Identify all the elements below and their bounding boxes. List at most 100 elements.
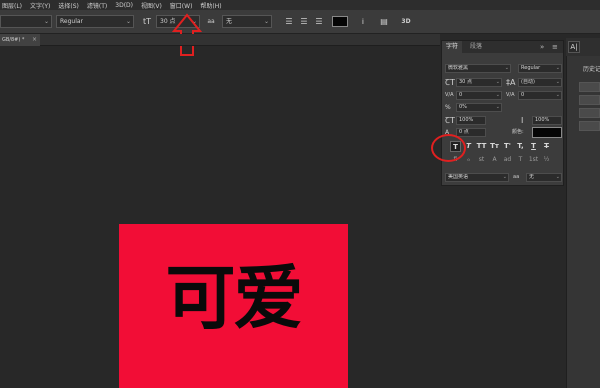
history-item[interactable] (579, 95, 600, 105)
chevron-down-icon: ⌄ (43, 18, 49, 25)
chevron-down-icon: ⌄ (495, 79, 500, 85)
font-size-icon: ꞆT (445, 78, 455, 87)
panel-vertical-scale-field[interactable]: 100% (456, 116, 486, 125)
align-right-icon[interactable]: ☰ (313, 15, 325, 28)
menu-view[interactable]: 视图(V) (139, 1, 168, 10)
chevron-down-icon: ⌄ (495, 104, 500, 110)
panel-font-size-field[interactable]: 30 点 ⌄ (456, 78, 502, 87)
underline-button[interactable]: T (528, 141, 539, 152)
history-item[interactable] (579, 108, 600, 118)
panel-color-swatch[interactable] (532, 127, 562, 138)
panel-kerning-value: 0 (459, 92, 463, 98)
swash-button[interactable]: A (489, 155, 500, 165)
right-dock-tabbar: A| (566, 38, 600, 56)
panel-baseline-shift-field[interactable]: 0 点 (456, 128, 486, 137)
font-size-icon: tT (142, 17, 152, 26)
subscript-button[interactable]: T, (515, 141, 526, 152)
chevron-down-icon: ⌄ (504, 65, 509, 71)
warp-text-icon[interactable]: Ꭵ (357, 15, 369, 28)
character-panel-icon[interactable]: A| (568, 41, 580, 53)
ordinals-button[interactable]: 1st (528, 155, 539, 165)
text-color-swatch[interactable] (332, 16, 348, 27)
character-panel-tabs: 字符 段落 » ≡ (442, 41, 563, 53)
panel-font-size-value: 30 点 (459, 79, 472, 85)
titling-alternates-button[interactable]: T (515, 155, 526, 165)
color-label: 颜色: (512, 129, 524, 135)
chevron-down-icon: ⌄ (263, 18, 269, 25)
chevron-down-icon: ⌄ (555, 79, 560, 85)
3d-button[interactable]: 3D (399, 15, 413, 28)
panel-font-family-value: 微软雅黑 (448, 65, 469, 71)
chevron-down-icon: ⌄ (555, 92, 560, 98)
small-caps-button[interactable]: Tт (489, 141, 500, 152)
menu-filter[interactable]: 滤镜(T) (85, 1, 113, 10)
stylistic-alternates-button[interactable]: ad (502, 155, 513, 165)
menu-type[interactable]: 文字(Y) (28, 1, 56, 10)
panel-tracking-value: 0 (521, 92, 525, 98)
language-dropdown[interactable]: 美国英语 ⌄ (445, 173, 509, 182)
superscript-button[interactable]: T' (502, 141, 513, 152)
menu-help[interactable]: 帮助(H) (198, 1, 227, 10)
panel-kerning-field[interactable]: 0 ⌄ (456, 91, 502, 100)
font-family-dropdown[interactable]: ⌄ (0, 15, 52, 28)
menu-layer[interactable]: 图层(L) (0, 1, 28, 10)
panel-tsume-field[interactable]: 0% ⌄ (456, 103, 502, 112)
panel-font-family-dropdown[interactable]: 微软雅黑 ⌄ (445, 64, 511, 73)
panel-anti-alias-dropdown[interactable]: 无 ⌄ (526, 173, 562, 182)
toggle-panels-icon[interactable]: ▤ (378, 15, 390, 28)
character-panel: 字符 段落 » ≡ 微软雅黑 ⌄ Regular ⌄ ꞆT 30 点 ⌄ ‡A (自动… (441, 40, 564, 186)
tab-character[interactable]: 字符 (442, 41, 463, 53)
panel-menu-icon[interactable]: ≡ (552, 41, 558, 53)
history-item[interactable] (579, 121, 600, 131)
annotation-circle (431, 134, 466, 162)
collapse-icon[interactable]: » (540, 41, 544, 53)
kerning-label: V/A (445, 92, 454, 98)
canvas-text-layer[interactable]: 可爱 (119, 258, 348, 338)
history-panel-label[interactable]: 历史记 (583, 64, 600, 73)
chevron-down-icon: ⌄ (555, 174, 560, 180)
vertical-scale-icon: ꞆT (445, 116, 455, 125)
anti-alias-icon: aa (207, 18, 215, 25)
history-item[interactable] (579, 82, 600, 92)
panel-leading-field[interactable]: (自动) ⌄ (518, 78, 562, 87)
document-tab[interactable]: GB/8#) * × (0, 34, 40, 46)
chevron-down-icon: ⌄ (125, 18, 131, 25)
discretionary-ligatures-button[interactable]: st (476, 155, 487, 165)
panel-tracking-field[interactable]: 0 ⌄ (518, 91, 562, 100)
options-bar: ⌄ Regular ⌄ tT 30 点 ⌄ aa 无 ⌄ ☰ ☰ ☰ Ꭵ ▤ 3D (0, 10, 600, 34)
anti-alias-label: aa (513, 174, 520, 180)
menu-select[interactable]: 选择(S) (56, 1, 85, 10)
panel-horizontal-scale-field[interactable]: 100% (532, 116, 562, 125)
align-center-icon[interactable]: ☰ (298, 15, 310, 28)
anti-alias-dropdown[interactable]: 无 ⌄ (222, 15, 272, 28)
document-tab-label: GB/8#) * (2, 37, 25, 43)
menu-window[interactable]: 窗口(W) (168, 1, 199, 10)
scale-label: % (445, 104, 451, 111)
panel-font-style-dropdown[interactable]: Regular ⌄ (518, 64, 562, 73)
document-tab-strip: GB/8#) * × (0, 34, 440, 46)
chevron-down-icon: ⌄ (502, 174, 507, 180)
strikethrough-button[interactable]: T (541, 141, 552, 152)
chevron-down-icon: ⌄ (555, 65, 560, 71)
photoshop-window: 图层(L) 文字(Y) 选择(S) 滤镜(T) 3D(D) 视图(V) 窗口(W… (0, 0, 600, 388)
panel-vertical-scale-value: 100% (459, 117, 474, 123)
panel-horizontal-scale-value: 100% (535, 117, 550, 123)
panel-baseline-shift-value: 0 点 (459, 129, 469, 135)
anti-alias-value: 无 (226, 18, 233, 25)
menu-bar: 图层(L) 文字(Y) 选择(S) 滤镜(T) 3D(D) 视图(V) 窗口(W… (0, 0, 600, 10)
contextual-alternates-button[interactable]: ℴ (463, 155, 474, 165)
fractions-button[interactable]: ½ (541, 155, 552, 165)
tracking-label: V/A (506, 92, 515, 98)
tab-paragraph[interactable]: 段落 (466, 41, 486, 53)
panel-leading-value: (自动) (521, 79, 535, 85)
horizontal-scale-icon: I (521, 116, 524, 125)
close-icon[interactable]: × (32, 34, 37, 46)
panel-anti-alias-value: 无 (529, 174, 535, 180)
menu-3d[interactable]: 3D(D) (113, 2, 139, 9)
leading-icon: ‡A (506, 78, 516, 87)
font-style-dropdown[interactable]: Regular ⌄ (56, 15, 134, 28)
panel-font-style-value: Regular (521, 65, 541, 71)
font-style-value: Regular (60, 18, 84, 25)
all-caps-button[interactable]: TT (476, 141, 487, 152)
align-left-icon[interactable]: ☰ (283, 15, 295, 28)
